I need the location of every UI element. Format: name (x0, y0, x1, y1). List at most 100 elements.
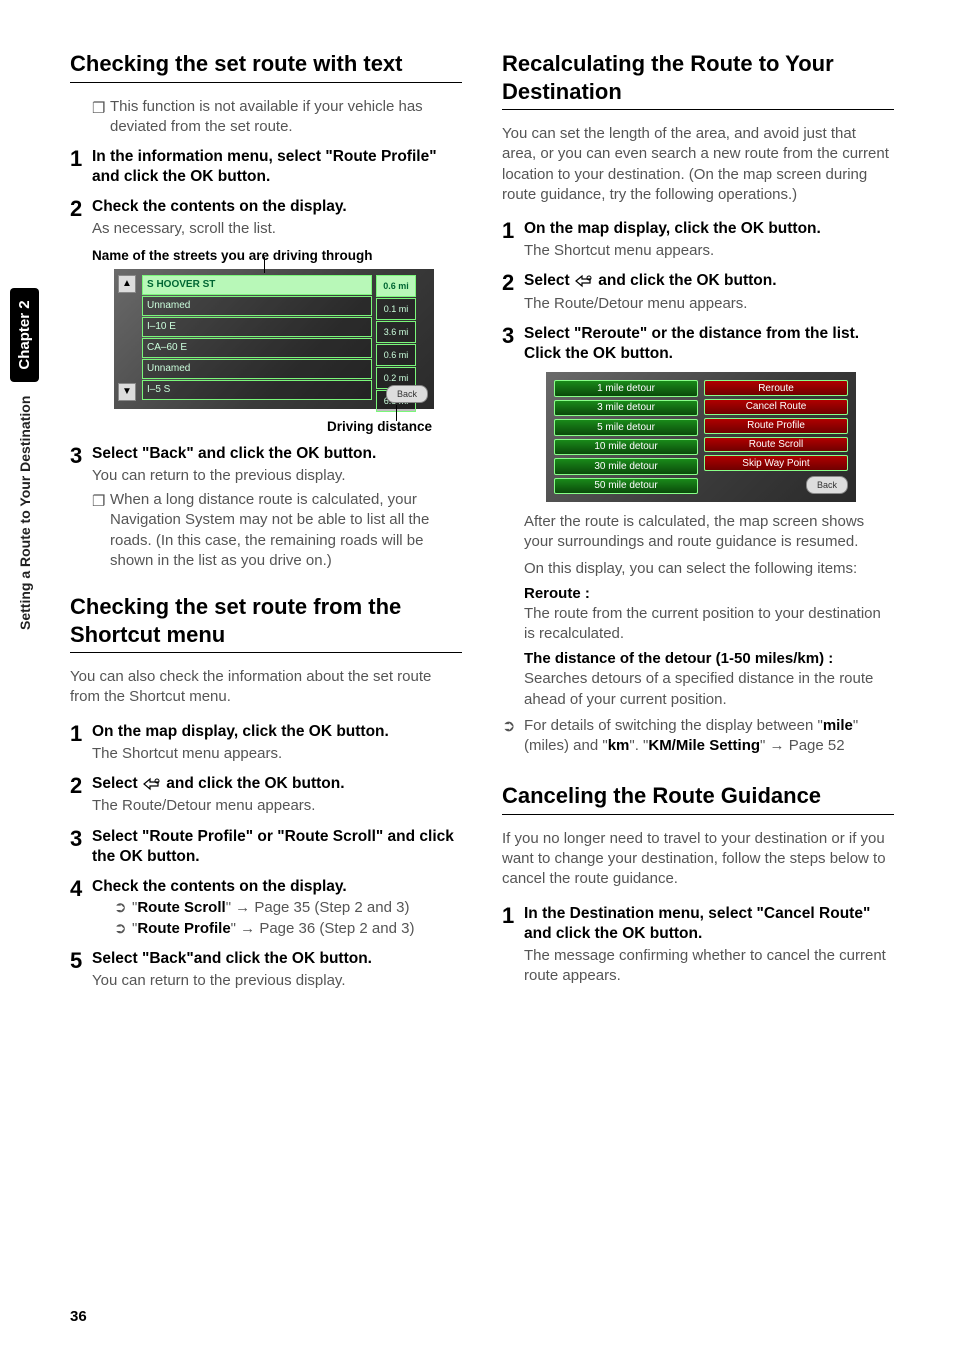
distance-item: 3.6 mi (376, 321, 416, 343)
caption-distance: Driving distance (114, 419, 432, 434)
xref-icon: ➲ (502, 716, 524, 738)
side-chapter-label: Chapter 2 (10, 288, 39, 381)
xref-route-scroll: ➲ "Route Scroll" → Page 35 (Step 2 and 3… (114, 897, 462, 918)
list-item[interactable]: Unnamed (142, 359, 372, 379)
heading-shortcut-menu: Checking the set route from the Shortcut… (70, 593, 462, 648)
c-step1-sub: The message confirming whether to cancel… (524, 946, 894, 987)
note-icon: ❐ (92, 99, 110, 119)
menu-button[interactable]: 1 mile detour (554, 380, 698, 397)
s2-step3: 3 Select "Route Profile" or "Route Scrol… (70, 827, 462, 867)
heading-check-text: Checking the set route with text (70, 50, 462, 78)
page-number: 36 (70, 1308, 87, 1325)
step3-sub: You can return to the previous display. (92, 466, 462, 486)
step-number: 2 (502, 271, 524, 295)
list-item[interactable]: CA–60 E (142, 338, 372, 358)
text: Select (92, 775, 142, 792)
step-number: 4 (70, 877, 92, 901)
s2-step1: 1 On the map display, click the OK butto… (70, 722, 462, 764)
menu-button[interactable]: Route Profile (704, 418, 848, 434)
r-after1: After the route is calculated, the map s… (524, 512, 894, 553)
menu-button[interactable]: 5 mile detour (554, 419, 698, 436)
xref-text: "Route Scroll" → Page 35 (Step 2 and 3) (132, 897, 409, 918)
r-step3-title: Select "Reroute" or the distance from th… (524, 324, 894, 364)
s2-step3-title: Select "Route Profile" or "Route Scroll"… (92, 827, 462, 867)
scroll-down-icon[interactable]: ▼ (118, 383, 136, 401)
s2-step5: 5 Select "Back"and click the OK button. … (70, 949, 462, 991)
detour-label: The distance of the detour (1-50 miles/k… (524, 650, 894, 667)
menu-button[interactable]: 3 mile detour (554, 400, 698, 417)
s2-step1-sub: The Shortcut menu appears. (92, 744, 462, 764)
cancel-intro: If you no longer need to travel to your … (502, 829, 894, 890)
r-step1-title: On the map display, click the OK button. (524, 219, 894, 239)
step-number: 5 (70, 949, 92, 973)
rule (70, 82, 462, 83)
step2-sub: As necessary, scroll the list. (92, 219, 462, 239)
text: and click the OK button. (166, 775, 344, 792)
rule (502, 109, 894, 110)
step1: 1 In the information menu, select "Route… (70, 147, 462, 187)
list-item[interactable]: I–10 E (142, 317, 372, 337)
side-section-label: Setting a Route to Your Destination (17, 396, 33, 630)
step-number: 1 (70, 722, 92, 746)
heading-recalc: Recalculating the Route to Your Destinat… (502, 50, 894, 105)
step-number: 3 (70, 444, 92, 468)
rule (70, 652, 462, 653)
s2-step2-title: Select and click the OK button. (92, 774, 462, 794)
list-item[interactable]: I–5 S (142, 380, 372, 400)
recalc-intro: You can set the length of the area, and … (502, 124, 894, 205)
step2: 2 Check the contents on the display. As … (70, 197, 462, 433)
list-item[interactable]: Unnamed (142, 296, 372, 316)
step-number: 2 (70, 197, 92, 221)
r-step2-sub: The Route/Detour menu appears. (524, 294, 894, 314)
leader-line (396, 405, 397, 421)
menu-button[interactable]: Route Scroll (704, 437, 848, 453)
list-item[interactable]: S HOOVER ST (142, 275, 372, 295)
street-list: S HOOVER ST Unnamed I–10 E CA–60 E Unnam… (142, 275, 372, 401)
menu-button[interactable]: Reroute (704, 380, 848, 396)
leader-line (264, 257, 265, 273)
distance-item: 0.1 mi (376, 298, 416, 320)
back-button[interactable]: Back (806, 476, 848, 494)
xref-km-mile: ➲ For details of switching the display b… (502, 716, 894, 757)
note-icon: ❐ (92, 492, 110, 512)
screenshot-reroute-menu: 1 mile detour 3 mile detour 5 mile detou… (546, 372, 856, 502)
xref-route-profile: ➲ "Route Profile" → Page 36 (Step 2 and … (114, 918, 462, 939)
s2-step4: 4 Check the contents on the display. ➲ "… (70, 877, 462, 939)
r-step2-title: Select and click the OK button. (524, 271, 894, 291)
detour-distance-list: 1 mile detour 3 mile detour 5 mile detou… (554, 380, 698, 494)
route-detour-icon (142, 774, 162, 794)
c-step1-title: In the Destination menu, select "Cancel … (524, 904, 894, 944)
menu-button[interactable]: Cancel Route (704, 399, 848, 415)
c-step1: 1 In the Destination menu, select "Cance… (502, 904, 894, 987)
step3-note-text: When a long distance route is calculated… (110, 490, 462, 571)
step-number: 1 (502, 904, 524, 928)
screenshot-route-profile: ▲ ▼ S HOOVER ST Unnamed I–10 E CA–60 E U… (114, 269, 434, 409)
menu-button[interactable]: 30 mile detour (554, 458, 698, 475)
rule (502, 814, 894, 815)
menu-button[interactable]: 50 mile detour (554, 478, 698, 495)
menu-button[interactable]: Skip Way Point (704, 455, 848, 471)
r-step2: 2 Select and click the OK button. The Ro… (502, 271, 894, 314)
route-detour-icon (574, 271, 594, 291)
distance-item: 0.6 mi (376, 344, 416, 366)
r-after2: On this display, you can select the foll… (524, 559, 894, 579)
xref-text: "Route Profile" → Page 36 (Step 2 and 3) (132, 918, 414, 939)
step-number: 2 (70, 774, 92, 798)
r-step1: 1 On the map display, click the OK butto… (502, 219, 894, 261)
menu-button[interactable]: 10 mile detour (554, 439, 698, 456)
r-step3: 3 Select "Reroute" or the distance from … (502, 324, 894, 710)
step3: 3 Select "Back" and click the OK button.… (70, 444, 462, 486)
text: Select (524, 273, 574, 290)
s2-step4-title: Check the contents on the display. (92, 877, 462, 897)
heading-cancel: Canceling the Route Guidance (502, 782, 894, 810)
xref-icon: ➲ (114, 918, 132, 939)
step-number: 3 (502, 324, 524, 348)
reroute-body: The route from the current position to y… (524, 604, 894, 645)
s2-step2-sub: The Route/Detour menu appears. (92, 796, 462, 816)
scroll-up-icon[interactable]: ▲ (118, 275, 136, 293)
step3-title: Select "Back" and click the OK button. (92, 444, 462, 464)
back-button[interactable]: Back (386, 385, 428, 403)
step3-note: ❐ When a long distance route is calculat… (92, 490, 462, 571)
text: and click the OK button. (598, 273, 776, 290)
distance-item: 0.6 mi (376, 275, 416, 297)
